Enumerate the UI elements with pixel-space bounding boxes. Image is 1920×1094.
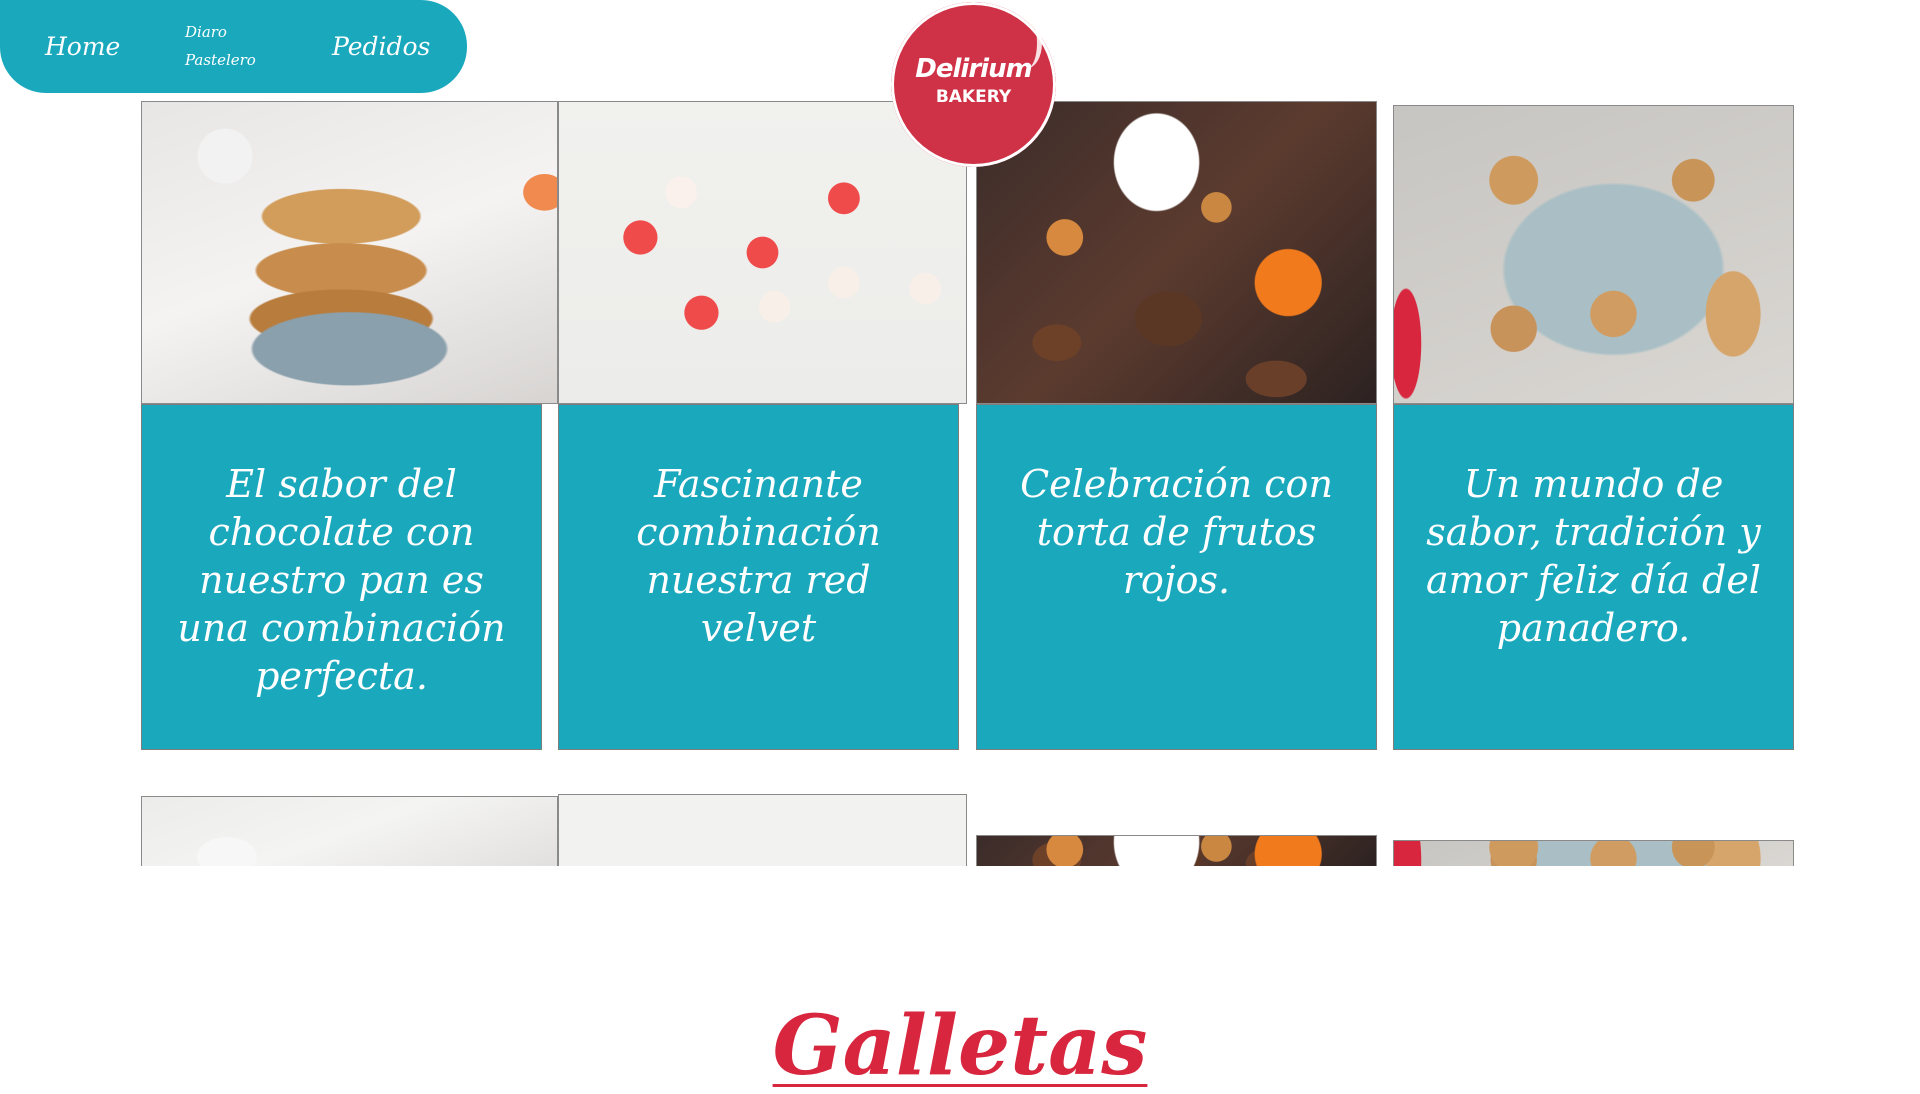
cookies-stack-photo <box>141 101 558 404</box>
card-caption: Celebración con torta de frutos rojos. <box>976 404 1377 750</box>
main-nav: Home Diaro Pastelero Pedidos <box>0 0 467 93</box>
logo-subtitle: BAKERY <box>935 87 1012 107</box>
gingerbread-cookies-photo <box>1393 105 1794 404</box>
nav-home-link[interactable]: Home <box>45 32 120 61</box>
gingerbread-cookies-photo-partial[interactable] <box>1393 840 1794 866</box>
teapot-shape <box>197 837 257 866</box>
heart-cookies-photo-partial[interactable] <box>558 794 967 866</box>
card-caption: El sabor del chocolate con nuestro pan e… <box>141 404 542 750</box>
card-caption: Fascinante combinación nuestra red velve… <box>558 404 959 750</box>
cookies-stack-photo-partial[interactable] <box>141 796 558 866</box>
nav-diary-link[interactable]: Diaro Pastelero <box>185 18 275 74</box>
heart-cookies-photo <box>558 101 967 404</box>
nav-orders-link[interactable]: Pedidos <box>332 32 430 61</box>
halloween-treats-photo-partial[interactable] <box>976 835 1377 866</box>
card-caption: Un mundo de sabor, tradición y amor feli… <box>1393 404 1794 750</box>
logo-name: Delirium <box>915 54 1032 84</box>
halloween-treats-photo <box>976 101 1377 404</box>
bakery-logo[interactable]: Delirium BAKERY <box>891 2 1056 167</box>
